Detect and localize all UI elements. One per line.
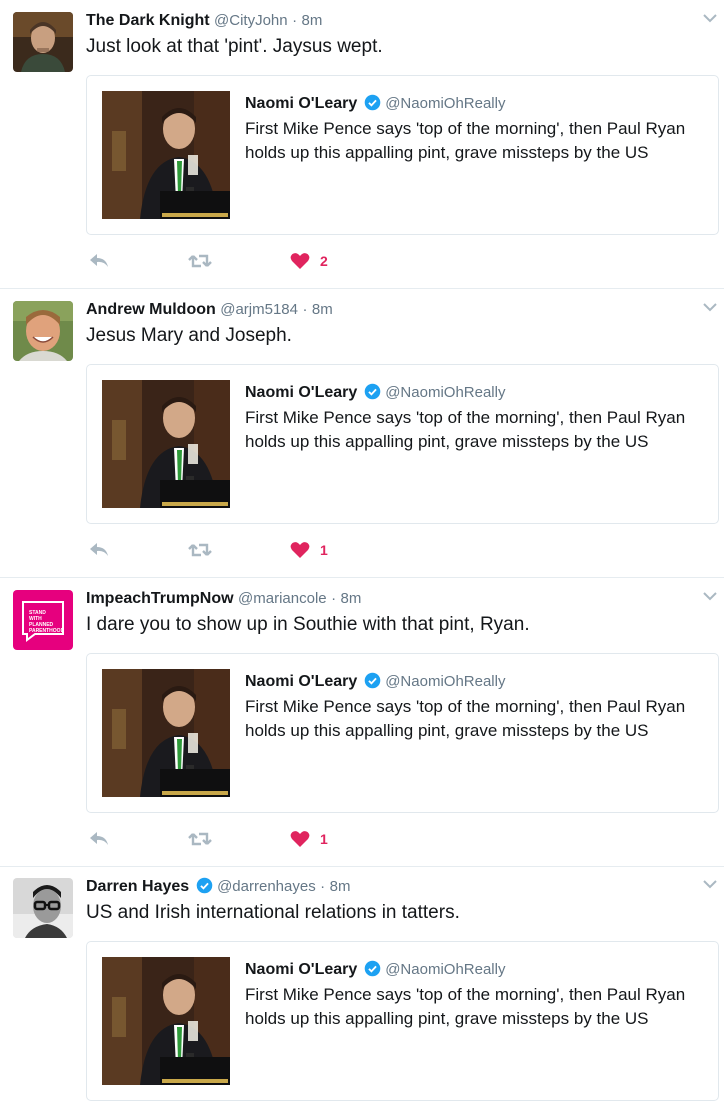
tweet-header: The Dark Knight @CityJohn · 8m bbox=[86, 10, 322, 32]
author-name[interactable]: Andrew Muldoon bbox=[86, 301, 216, 318]
like-button[interactable]: 1 bbox=[290, 826, 328, 852]
quoted-tweet-image[interactable] bbox=[102, 669, 230, 797]
tweet-text: Jesus Mary and Joseph. bbox=[86, 325, 292, 346]
heart-icon bbox=[290, 253, 310, 269]
verified-badge-icon bbox=[364, 94, 381, 111]
verified-badge-icon bbox=[364, 960, 381, 977]
quoted-tweet-text: First Mike Pence says 'top of the mornin… bbox=[245, 119, 686, 162]
author-handle[interactable]: @CityJohn bbox=[214, 12, 288, 29]
quoted-author-name[interactable]: Naomi O'Leary bbox=[245, 673, 357, 690]
retweet-button[interactable] bbox=[188, 826, 212, 852]
tweet-timestamp[interactable]: 8m bbox=[341, 590, 362, 607]
avatar-bw-glasses-photo-icon[interactable] bbox=[13, 878, 73, 938]
tweet-feed: The Dark Knight @CityJohn · 8m Just look… bbox=[0, 0, 724, 1113]
chevron-down-icon[interactable] bbox=[702, 590, 718, 602]
avatar-smiling-man-photo-icon[interactable] bbox=[13, 301, 73, 361]
tweet-timestamp[interactable]: 8m bbox=[330, 878, 351, 895]
badge-text-4: PARENTHOOD bbox=[29, 628, 65, 634]
reply-icon bbox=[90, 543, 108, 556]
quoted-author: Naomi O'Leary @NaomiOhReally bbox=[245, 959, 505, 981]
tweet-actions: 1 bbox=[88, 537, 388, 563]
tweet-actions: 1 bbox=[88, 826, 388, 852]
retweet-button[interactable] bbox=[188, 537, 212, 563]
quoted-tweet-image[interactable] bbox=[102, 957, 230, 1085]
retweet-button[interactable] bbox=[188, 248, 212, 274]
like-button[interactable]: 2 bbox=[290, 248, 328, 274]
chevron-down-icon[interactable] bbox=[702, 12, 718, 24]
reply-icon bbox=[90, 254, 108, 267]
reply-icon bbox=[90, 832, 108, 845]
separator-dot: · bbox=[302, 301, 308, 318]
author-name[interactable]: The Dark Knight bbox=[86, 12, 210, 29]
quoted-author-handle[interactable]: @NaomiOhReally bbox=[385, 95, 505, 112]
heart-icon bbox=[290, 542, 310, 558]
quoted-author: Naomi O'Leary @NaomiOhReally bbox=[245, 93, 505, 115]
tweet-header: ImpeachTrumpNow @mariancole · 8m bbox=[86, 588, 361, 610]
quoted-author: Naomi O'Leary @NaomiOhReally bbox=[245, 671, 505, 693]
quoted-author-handle[interactable]: @NaomiOhReally bbox=[385, 384, 505, 401]
tweet-timestamp[interactable]: 8m bbox=[312, 301, 333, 318]
like-count: 2 bbox=[320, 253, 328, 269]
tweet-header: Andrew Muldoon @arjm5184 · 8m bbox=[86, 299, 333, 321]
like-count: 1 bbox=[320, 831, 328, 847]
like-count: 1 bbox=[320, 542, 328, 558]
reply-button[interactable] bbox=[88, 537, 110, 563]
verified-badge-icon bbox=[364, 383, 381, 400]
retweet-icon bbox=[188, 832, 212, 846]
quoted-author-name[interactable]: Naomi O'Leary bbox=[245, 961, 357, 978]
author-handle[interactable]: @arjm5184 bbox=[220, 301, 298, 318]
retweet-icon bbox=[188, 543, 212, 557]
quoted-tweet[interactable]: Naomi O'Leary @NaomiOhReally First Mike … bbox=[86, 75, 719, 235]
tweet-actions: 2 bbox=[88, 248, 388, 274]
quoted-author-name[interactable]: Naomi O'Leary bbox=[245, 384, 357, 401]
tweet[interactable]: STAND WITH PLANNED PARENTHOOD ImpeachTru… bbox=[0, 578, 724, 867]
like-button[interactable]: 1 bbox=[290, 537, 328, 563]
tweet[interactable]: Darren Hayes @darrenhayes · 8m US and Ir… bbox=[0, 866, 724, 1113]
separator-dot: · bbox=[292, 12, 298, 29]
author-name[interactable]: Darren Hayes bbox=[86, 878, 189, 895]
planned-parenthood-badge-icon[interactable]: STAND WITH PLANNED PARENTHOOD bbox=[13, 590, 73, 650]
heart-icon bbox=[290, 831, 310, 847]
quoted-author-handle[interactable]: @NaomiOhReally bbox=[385, 961, 505, 978]
quoted-author: Naomi O'Leary @NaomiOhReally bbox=[245, 382, 505, 404]
quoted-author-handle[interactable]: @NaomiOhReally bbox=[385, 673, 505, 690]
tweet[interactable]: Andrew Muldoon @arjm5184 · 8m Jesus Mary… bbox=[0, 289, 724, 578]
reply-button[interactable] bbox=[88, 248, 110, 274]
verified-badge-icon bbox=[196, 877, 212, 894]
quoted-tweet[interactable]: Naomi O'Leary @NaomiOhReally First Mike … bbox=[86, 364, 719, 524]
quoted-author-name[interactable]: Naomi O'Leary bbox=[245, 95, 357, 112]
tweet[interactable]: The Dark Knight @CityJohn · 8m Just look… bbox=[0, 0, 724, 289]
tweet-header: Darren Hayes @darrenhayes · 8m bbox=[86, 876, 350, 898]
author-handle[interactable]: @mariancole bbox=[238, 590, 327, 607]
separator-dot: · bbox=[320, 878, 326, 895]
quoted-tweet-text: First Mike Pence says 'top of the mornin… bbox=[245, 408, 686, 451]
tweet-text: US and Irish international relations in … bbox=[86, 902, 460, 923]
tweet-text: I dare you to show up in Southie with th… bbox=[86, 614, 530, 635]
chevron-down-icon[interactable] bbox=[702, 878, 718, 890]
quoted-tweet[interactable]: Naomi O'Leary @NaomiOhReally First Mike … bbox=[86, 941, 719, 1101]
tweet-text: Just look at that 'pint'. Jaysus wept. bbox=[86, 36, 383, 57]
author-name[interactable]: ImpeachTrumpNow bbox=[86, 590, 234, 607]
avatar-man-photo-icon[interactable] bbox=[13, 12, 73, 72]
retweet-icon bbox=[188, 254, 212, 268]
separator-dot: · bbox=[331, 590, 337, 607]
quoted-tweet-image[interactable] bbox=[102, 91, 230, 219]
reply-button[interactable] bbox=[88, 826, 110, 852]
quoted-tweet-text: First Mike Pence says 'top of the mornin… bbox=[245, 697, 686, 740]
quoted-tweet[interactable]: Naomi O'Leary @NaomiOhReally First Mike … bbox=[86, 653, 719, 813]
chevron-down-icon[interactable] bbox=[702, 301, 718, 313]
tweet-timestamp[interactable]: 8m bbox=[302, 12, 323, 29]
quoted-tweet-text: First Mike Pence says 'top of the mornin… bbox=[245, 985, 686, 1028]
verified-badge-icon bbox=[364, 672, 381, 689]
author-handle[interactable]: @darrenhayes bbox=[217, 878, 316, 895]
quoted-tweet-image[interactable] bbox=[102, 380, 230, 508]
